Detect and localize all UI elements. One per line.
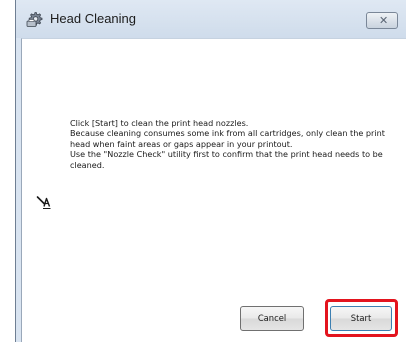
title-bar[interactable]: Head Cleaning ✕ [16, 0, 406, 38]
start-button-highlight [325, 299, 398, 337]
window-title: Head Cleaning [50, 11, 137, 26]
screenshot-canvas: Head Cleaning ✕ Click [Start] to clean t… [0, 0, 406, 342]
instruction-text: Click [Start] to clean the print head no… [70, 118, 394, 170]
head-cleaning-icon [36, 195, 52, 210]
printer-gear-icon [26, 11, 44, 28]
dialog-client-area: Click [Start] to clean the print head no… [21, 38, 406, 342]
close-button[interactable]: ✕ [366, 12, 398, 29]
instruction-line-nozzle-check: Use the "Nozzle Check" utility first to … [70, 149, 383, 170]
cancel-button[interactable]: Cancel [240, 306, 304, 331]
instruction-line-ink-warning: Because cleaning consumes some ink from … [70, 128, 385, 149]
close-icon: ✕ [379, 14, 389, 27]
instruction-line-start: Click [Start] to clean the print head no… [70, 118, 249, 128]
head-cleaning-dialog: Head Cleaning ✕ Click [Start] to clean t… [15, 0, 406, 342]
